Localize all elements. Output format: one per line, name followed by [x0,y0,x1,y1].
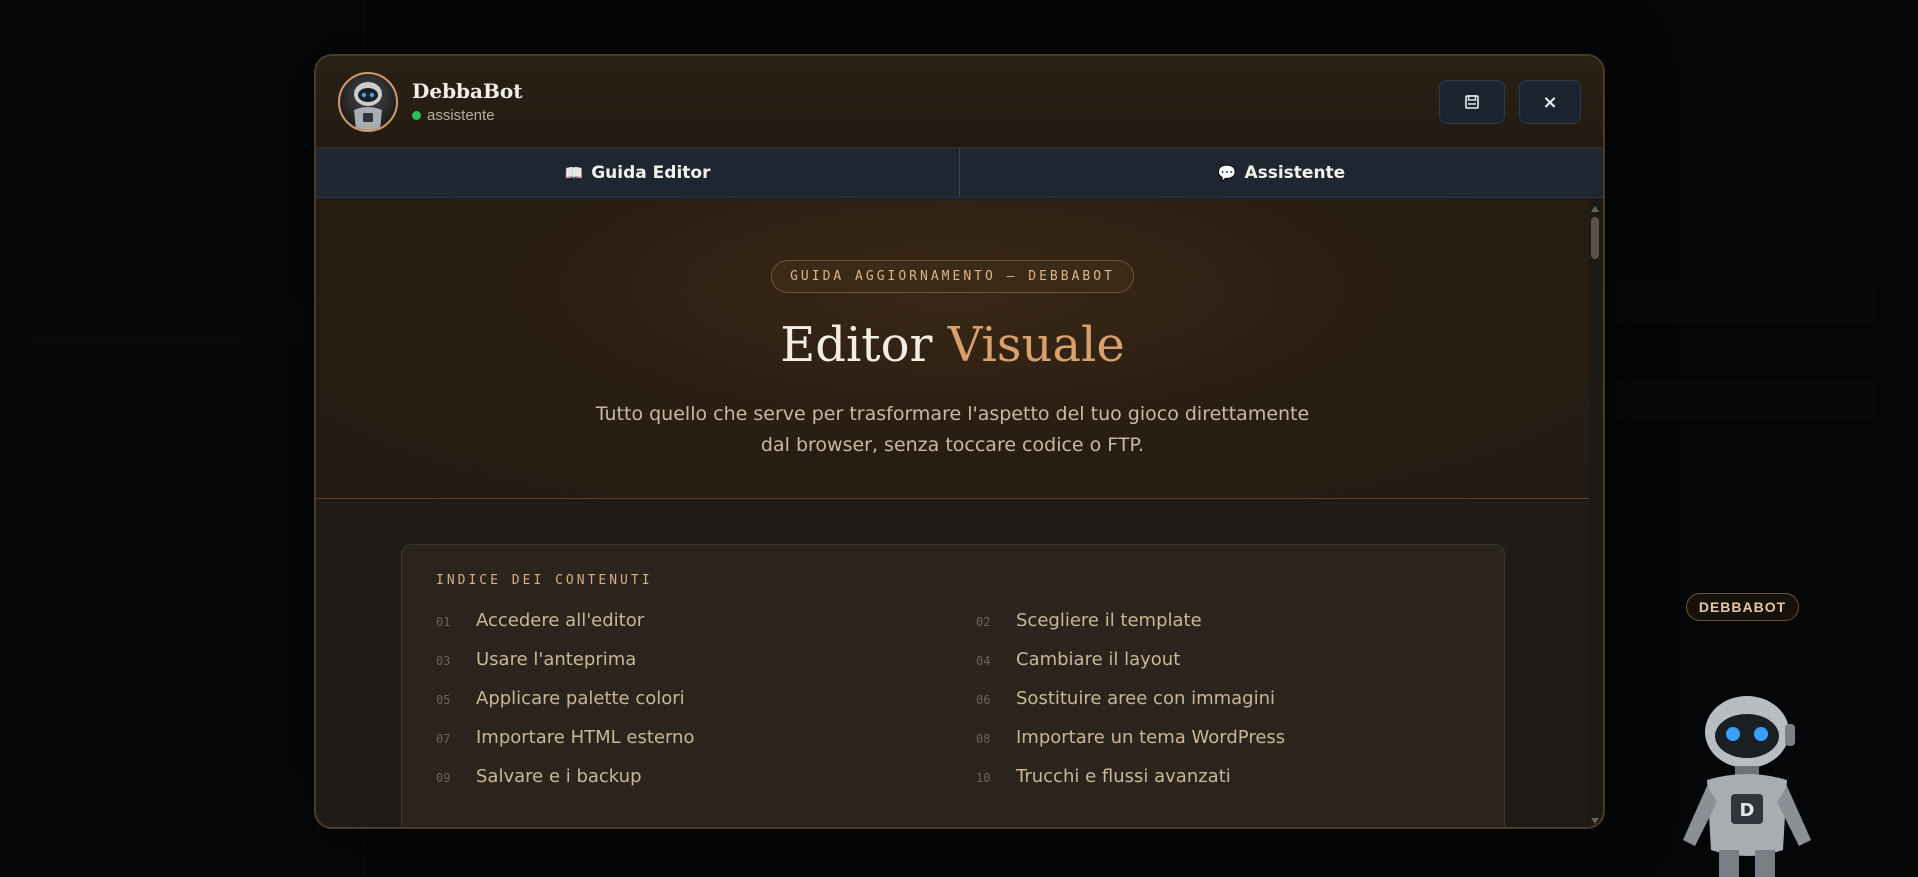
bot-status-label: assistente [427,107,495,124]
tab-guida-editor[interactable]: 📖 Guida Editor [316,148,959,197]
toc-number: 03 [436,654,451,668]
guide-hero: GUIDA AGGIORNAMENTO — DEBBABOT Editor Vi… [316,199,1589,499]
bot-avatar [338,71,398,132]
hero-badge: GUIDA AGGIORNAMENTO — DEBBABOT [771,260,1134,293]
toc-label: Importare HTML esterno [476,727,695,748]
hero-subtitle: Tutto quello che serve per trasformare l… [595,403,1310,456]
tab-label: Guida Editor [591,162,711,183]
toc-label: Applicare palette colori [476,688,685,709]
toc-label: Salvare e i backup [476,766,642,787]
toc-label: Sostituire aree con immagini [1016,688,1276,709]
floating-bot-badge[interactable]: DEBBABOT [1686,593,1799,621]
toc-number: 10 [976,771,991,785]
toc-label: Cambiare il layout [1016,649,1181,670]
toc-item[interactable]: 08 Importare un tema WordPress [976,727,1516,750]
title-accent: Visuale [947,317,1125,373]
online-status-dot-icon [412,111,421,120]
toc-number: 07 [436,732,451,746]
toc-item[interactable]: 05 Applicare palette colori [436,688,976,711]
toc-label: Trucchi e flussi avanzati [1016,766,1231,787]
toc-item[interactable]: 03 Usare l'anteprima [436,649,976,672]
toc-label: Importare un tema WordPress [1016,727,1286,748]
tab-label: Assistente [1244,162,1346,183]
scroll-thumb[interactable] [1591,217,1599,259]
svg-text:D: D [1740,800,1755,821]
toc-grid: 01 Accedere all'editor 02 Scegliere il tem… [436,610,1470,789]
toc-number: 02 [976,615,991,629]
bot-status: assistente [412,107,522,124]
page-title: Editor Visuale [316,317,1589,373]
toc-item[interactable]: 09 Salvare e i backup [436,766,976,789]
toc-label: Scegliere il template [1016,610,1202,631]
toc-item[interactable]: 06 Sostituire aree con immagini [976,688,1516,711]
speech-bubble-icon: 💬 [1217,163,1237,182]
toc-label: Accedere all'editor [476,610,645,631]
robot-avatar-icon [354,81,382,130]
close-icon: × [1542,91,1558,113]
toc-item[interactable]: 07 Importare HTML esterno [436,727,976,750]
toc-title: INDICE DEI CONTENUTI [436,573,653,588]
table-of-contents: INDICE DEI CONTENUTI 01 Accedere all'edit… [401,544,1505,827]
toc-item[interactable]: 02 Scegliere il template [976,610,1516,633]
robot-mascot-icon[interactable]: D [1655,690,1835,877]
toc-item[interactable]: 01 Accedere all'editor [436,610,976,633]
toc-item[interactable]: 10 Trucchi e flussi avanzati [976,766,1516,789]
toc-item[interactable]: 04 Cambiare il layout [976,649,1516,672]
toc-number: 01 [436,615,451,629]
bot-name: DebbaBot [412,79,523,103]
content-scrollbar[interactable] [1589,203,1601,827]
scroll-up-arrow-icon[interactable] [1591,206,1599,212]
book-icon: 📖 [564,163,584,182]
guide-content[interactable]: GUIDA AGGIORNAMENTO — DEBBABOT Editor Vi… [316,199,1603,827]
save-button[interactable] [1439,80,1505,124]
tab-assistente[interactable]: 💬 Assistente [959,148,1603,197]
modal-tabs: 📖 Guida Editor 💬 Assistente [316,148,1603,198]
scroll-down-arrow-icon[interactable] [1591,818,1599,824]
title-main: Editor [780,317,933,373]
toc-number: 06 [976,693,991,707]
close-button[interactable]: × [1519,80,1581,124]
toc-number: 05 [436,693,451,707]
debbabot-modal: DebbaBot assistente × 📖 Guida Editor 💬 A… [314,54,1605,829]
toc-number: 08 [976,732,991,746]
toc-number: 04 [976,654,991,668]
toc-label: Usare l'anteprima [476,649,637,670]
modal-header: DebbaBot assistente × [316,56,1603,148]
toc-number: 09 [436,771,451,785]
save-icon [1465,95,1479,109]
